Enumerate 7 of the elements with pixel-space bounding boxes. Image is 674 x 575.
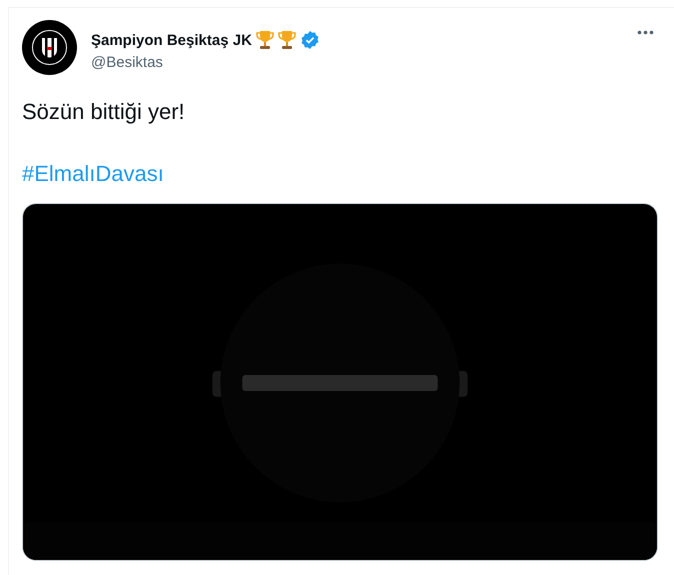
avatar-logo-icon	[22, 20, 77, 75]
more-icon	[637, 30, 654, 35]
author-name[interactable]: Şampiyon Beşiktaş JK	[91, 32, 252, 48]
author-handle: @Besiktas	[91, 54, 164, 71]
tweet-text: Sözün bittiği yer!	[22, 99, 186, 125]
trophy-icon	[256, 30, 274, 50]
trophy-icon	[278, 30, 296, 50]
